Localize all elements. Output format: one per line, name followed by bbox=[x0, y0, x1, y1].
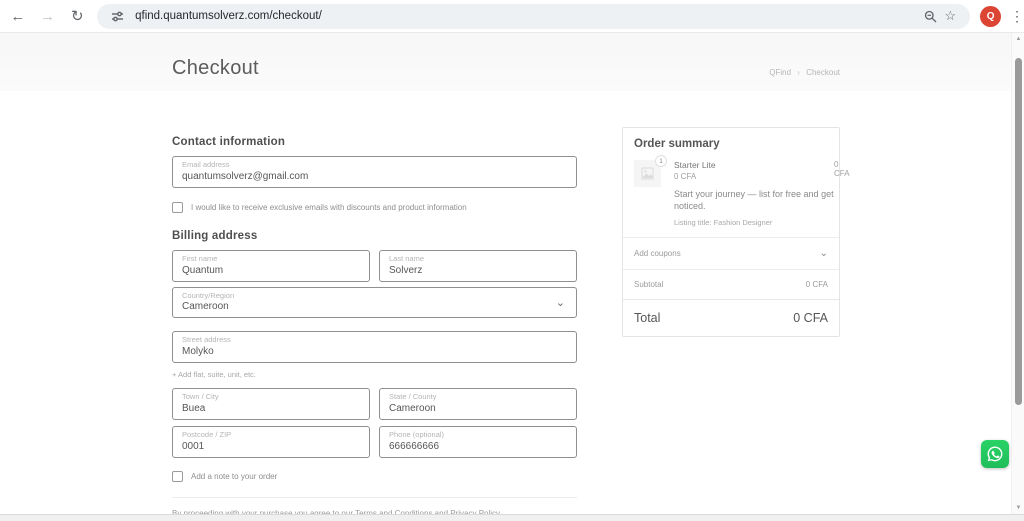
bottom-edge-strip bbox=[0, 514, 1024, 521]
checkout-form: Contact information Email address quantu… bbox=[172, 136, 577, 521]
first-name-value: Quantum bbox=[182, 264, 360, 277]
phone-field[interactable]: Phone (optional) 666666666 bbox=[379, 426, 577, 458]
zoom-out-icon[interactable] bbox=[920, 6, 940, 26]
add-coupons-row[interactable]: Add coupons ⌄ bbox=[623, 237, 839, 269]
address-bar[interactable]: qfind.quantumsolverz.com/checkout/ ☆ bbox=[97, 4, 970, 29]
last-name-value: Solverz bbox=[389, 264, 567, 277]
first-name-label: First name bbox=[182, 254, 360, 264]
profile-avatar[interactable]: Q bbox=[980, 6, 1001, 27]
country-label: Country/Region bbox=[182, 291, 567, 301]
order-note-label: Add a note to your order bbox=[191, 472, 277, 481]
form-divider bbox=[172, 497, 577, 498]
item-details: Starter Lite 0 CFA Start your journey — … bbox=[674, 160, 834, 227]
order-summary-panel: Order summary 1 Starter Lite 0 CFA Start… bbox=[622, 127, 840, 337]
state-field[interactable]: State / County Cameroon bbox=[379, 388, 577, 420]
chevron-down-icon: ⌄ bbox=[820, 248, 828, 259]
whatsapp-chat-button[interactable] bbox=[981, 440, 1009, 468]
checkbox-icon[interactable] bbox=[172, 202, 183, 213]
total-row: Total 0 CFA bbox=[623, 299, 839, 336]
order-item: 1 Starter Lite 0 CFA Start your journey … bbox=[623, 158, 839, 237]
browser-menu-icon[interactable]: ⋮ bbox=[1010, 8, 1024, 25]
scroll-down-icon[interactable]: ▼ bbox=[1012, 502, 1024, 514]
whatsapp-icon bbox=[986, 445, 1004, 463]
back-icon[interactable]: ← bbox=[6, 4, 30, 28]
city-field[interactable]: Town / City Buea bbox=[172, 388, 370, 420]
checkbox-icon[interactable] bbox=[172, 471, 183, 482]
bookmark-star-icon[interactable]: ☆ bbox=[940, 6, 960, 26]
scroll-up-icon[interactable]: ▲ bbox=[1012, 33, 1024, 45]
item-line-total: 0 CFA bbox=[834, 160, 850, 227]
breadcrumb: QFind › Checkout bbox=[769, 68, 840, 77]
add-flat-link[interactable]: + Add flat, suite, unit, etc. bbox=[172, 370, 577, 379]
total-label: Total bbox=[634, 311, 660, 325]
order-summary-heading: Order summary bbox=[623, 128, 839, 158]
page-header-band bbox=[0, 33, 1011, 91]
city-value: Buea bbox=[182, 402, 360, 415]
breadcrumb-separator: › bbox=[797, 68, 800, 77]
street-address-field[interactable]: Street address Molyko bbox=[172, 331, 577, 363]
state-value: Cameroon bbox=[389, 402, 567, 415]
item-unit-price: 0 CFA bbox=[674, 172, 834, 181]
marketing-opt-in-checkbox[interactable]: I would like to receive exclusive emails… bbox=[172, 202, 577, 213]
breadcrumb-home-link[interactable]: QFind bbox=[769, 68, 791, 77]
email-field[interactable]: Email address quantumsolverz@gmail.com bbox=[172, 156, 577, 188]
country-value: Cameroon bbox=[182, 300, 567, 313]
postcode-field[interactable]: Postcode / ZIP 0001 bbox=[172, 426, 370, 458]
site-settings-icon[interactable] bbox=[107, 6, 127, 26]
contact-heading: Contact information bbox=[172, 136, 577, 148]
item-thumbnail: 1 bbox=[634, 160, 661, 187]
page-scrollbar[interactable]: ▲ ▼ bbox=[1011, 33, 1024, 514]
checkout-page: ← → ↻ qfind.quantumsolverz.com/checkout/… bbox=[0, 0, 1024, 521]
order-note-checkbox[interactable]: Add a note to your order bbox=[172, 471, 577, 482]
postcode-label: Postcode / ZIP bbox=[182, 430, 360, 440]
item-name: Starter Lite bbox=[674, 160, 834, 170]
first-name-field[interactable]: First name Quantum bbox=[172, 250, 370, 282]
url-text: qfind.quantumsolverz.com/checkout/ bbox=[135, 10, 920, 22]
scrollbar-thumb[interactable] bbox=[1015, 58, 1022, 405]
item-listing-title: Listing title: Fashion Designer bbox=[674, 218, 834, 227]
breadcrumb-current: Checkout bbox=[806, 68, 840, 77]
subtotal-row: Subtotal 0 CFA bbox=[623, 269, 839, 299]
billing-heading: Billing address bbox=[172, 230, 577, 242]
city-label: Town / City bbox=[182, 392, 360, 402]
reload-icon[interactable]: ↻ bbox=[65, 4, 89, 28]
phone-label: Phone (optional) bbox=[389, 430, 567, 440]
add-coupons-label: Add coupons bbox=[634, 249, 681, 258]
page-content: Checkout QFind › Checkout Contact inform… bbox=[0, 33, 1011, 514]
forward-icon[interactable]: → bbox=[36, 4, 60, 28]
street-address-label: Street address bbox=[182, 335, 567, 345]
last-name-label: Last name bbox=[389, 254, 567, 264]
street-address-value: Molyko bbox=[182, 345, 567, 358]
item-description: Start your journey — list for free and g… bbox=[674, 188, 834, 212]
phone-value: 666666666 bbox=[389, 440, 567, 453]
total-value: 0 CFA bbox=[793, 311, 828, 325]
subtotal-value: 0 CFA bbox=[806, 280, 828, 289]
marketing-opt-in-label: I would like to receive exclusive emails… bbox=[191, 203, 467, 212]
email-field-label: Email address bbox=[182, 160, 567, 170]
state-label: State / County bbox=[389, 392, 567, 402]
subtotal-label: Subtotal bbox=[634, 280, 663, 289]
browser-toolbar: ← → ↻ qfind.quantumsolverz.com/checkout/… bbox=[0, 0, 1024, 33]
country-select[interactable]: Country/Region Cameroon ⌄ bbox=[172, 287, 577, 319]
page-title: Checkout bbox=[172, 57, 259, 80]
email-field-value: quantumsolverz@gmail.com bbox=[182, 170, 567, 183]
quantity-badge: 1 bbox=[655, 155, 667, 167]
last-name-field[interactable]: Last name Solverz bbox=[379, 250, 577, 282]
postcode-value: 0001 bbox=[182, 440, 360, 453]
